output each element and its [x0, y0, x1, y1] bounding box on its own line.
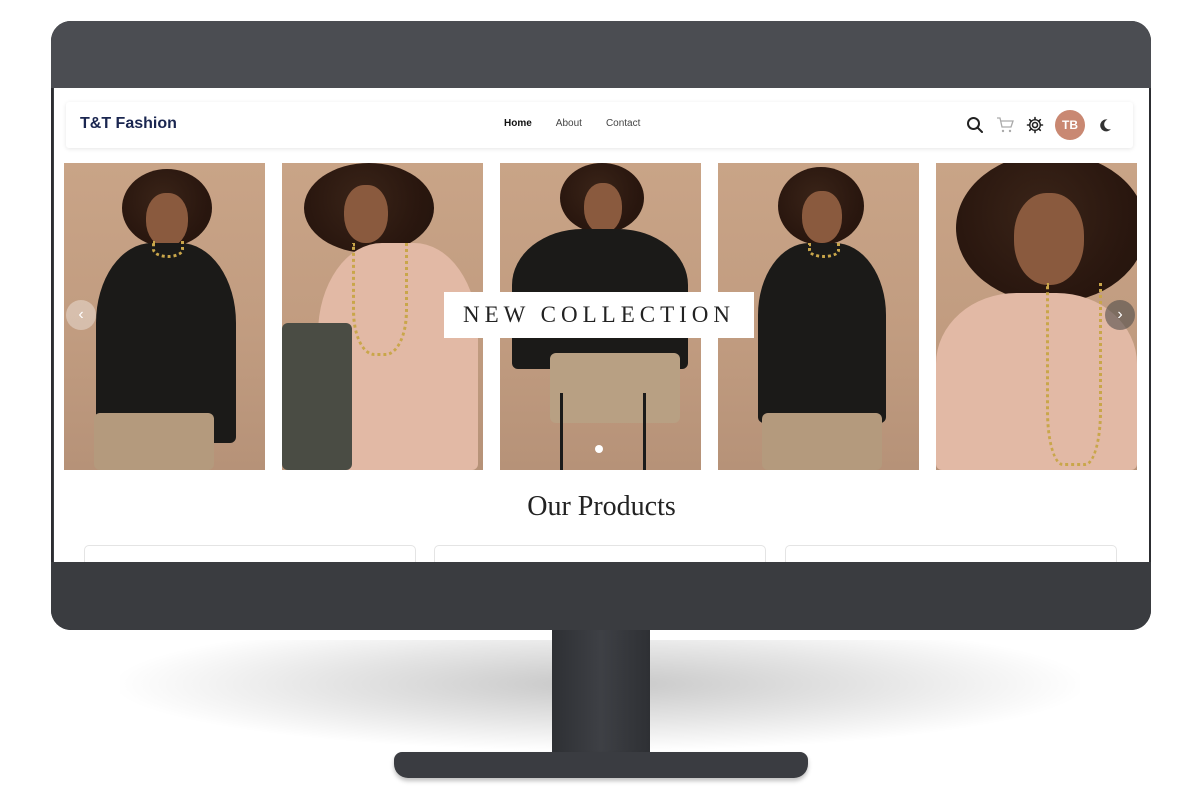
gear-icon[interactable] [1025, 115, 1045, 135]
website-screen: T&T Fashion Home About Contact TB NEW CO… [54, 88, 1149, 562]
navbar: T&T Fashion Home About Contact TB [66, 102, 1133, 148]
product-card[interactable] [84, 545, 416, 562]
monitor-stand-base [394, 752, 808, 778]
cart-icon[interactable] [995, 115, 1015, 135]
carousel-indicator-dot[interactable] [595, 445, 603, 453]
product-card[interactable] [434, 545, 766, 562]
avatar[interactable]: TB [1055, 110, 1085, 140]
carousel-prev-button[interactable]: ‹ [66, 300, 96, 330]
monitor-stand-neck [552, 630, 650, 755]
product-card[interactable] [785, 545, 1117, 562]
brand-logo[interactable]: T&T Fashion [80, 115, 177, 133]
carousel-next-button[interactable]: › [1105, 300, 1135, 330]
monitor-bezel-top [51, 21, 1151, 88]
products-heading: Our Products [527, 491, 676, 522]
nav-link-contact[interactable]: Contact [606, 118, 640, 129]
nav-link-about[interactable]: About [556, 118, 582, 129]
nav-icons: TB [965, 110, 1115, 140]
moon-icon[interactable] [1095, 115, 1115, 135]
search-icon[interactable] [965, 115, 985, 135]
monitor-chin [51, 562, 1151, 630]
new-collection-banner: NEW COLLECTION [444, 292, 754, 338]
nav-links: Home About Contact [504, 118, 640, 129]
nav-link-home[interactable]: Home [504, 118, 532, 129]
